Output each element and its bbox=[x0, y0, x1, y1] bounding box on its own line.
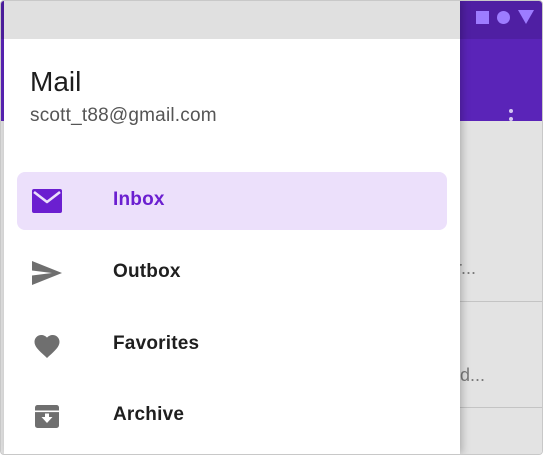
nav-item-favorites[interactable]: Favorites bbox=[17, 316, 447, 374]
heart-icon bbox=[31, 331, 63, 359]
circle-icon bbox=[497, 10, 510, 24]
archive-icon bbox=[31, 402, 63, 430]
nav-item-label: Archive bbox=[113, 404, 185, 425]
status-icons bbox=[476, 10, 534, 24]
account-email: scott_t88@gmail.com bbox=[30, 105, 217, 126]
nav-item-inbox[interactable]: Inbox bbox=[17, 172, 447, 230]
triangle-icon bbox=[518, 10, 534, 24]
send-icon bbox=[31, 259, 63, 287]
mail-icon bbox=[31, 187, 63, 215]
nav-item-archive[interactable]: Archive bbox=[17, 387, 447, 445]
drawer-status-area bbox=[4, 1, 460, 39]
nav-item-label: Favorites bbox=[113, 333, 200, 354]
app-frame: r... ld... Mail scott_t88@gmail.com Inbo… bbox=[0, 0, 543, 455]
nav-item-label: Outbox bbox=[113, 261, 181, 282]
nav-item-outbox[interactable]: Outbox bbox=[17, 244, 447, 302]
list-item-snippet[interactable]: ld... bbox=[456, 365, 485, 386]
navigation-drawer: Mail scott_t88@gmail.com Inbox Outbox Fa… bbox=[4, 1, 460, 454]
square-icon bbox=[476, 10, 489, 24]
drawer-title: Mail bbox=[30, 66, 82, 97]
nav-item-label: Inbox bbox=[113, 189, 165, 210]
